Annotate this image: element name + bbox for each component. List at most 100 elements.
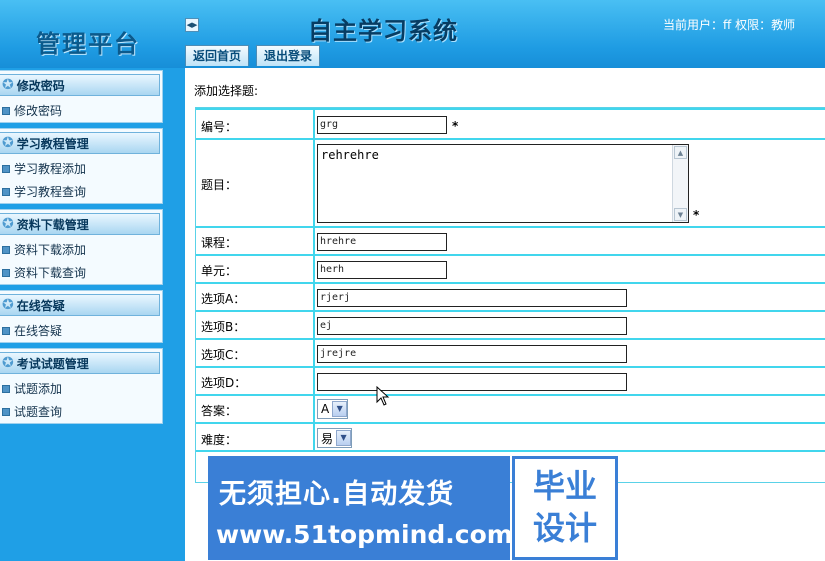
bullet-icon [2, 164, 10, 173]
scroll-up-icon[interactable]: ▲ [674, 146, 687, 159]
menu-head-password[interactable]: ✪ 修改密码 [0, 74, 160, 96]
row-course: 课程： hrehre [196, 226, 825, 254]
menu-head-download[interactable]: ✪ 资料下载管理 [0, 213, 160, 235]
menu-group-tutorial: ✪ 学习教程管理 学习教程添加 学习教程查询 [0, 128, 163, 204]
row-option-c: 选项C： jrejre [196, 338, 825, 366]
question-form: 编号： grg * 题目： rehrehre ▲ ▼ * 课程： hrehre [195, 107, 825, 483]
menu-group-download: ✪ 资料下载管理 资料下载添加 资料下载查询 [0, 209, 163, 285]
row-bottom-border [196, 450, 825, 452]
sidebar-item-tutorial-add[interactable]: 学习教程添加 [0, 157, 162, 180]
menu-head-label: 学习教程管理 [16, 136, 89, 151]
sidebar-item-label: 修改密码 [14, 104, 63, 118]
star-icon: ✪ [2, 216, 14, 232]
tab-logout[interactable]: 退出登录 [256, 45, 321, 66]
bullet-icon [2, 245, 10, 254]
sidebar-toggle-icon[interactable]: ◀▶ [185, 18, 199, 32]
difficulty-select[interactable]: 易 ▼ [317, 428, 353, 448]
watermark-slogan: 无须担心.自动发货 [219, 479, 455, 510]
watermark-url: www.51topmind.com [216, 520, 513, 549]
option-b-input[interactable]: ej [317, 317, 627, 335]
tab-home[interactable]: 返回首页 [185, 45, 250, 66]
section-title: 添加选择题: [194, 84, 259, 98]
menu-head-label: 修改密码 [16, 78, 65, 93]
answer-label: 答案： [201, 404, 238, 418]
bullet-icon [2, 268, 10, 277]
course-label: 课程： [201, 236, 238, 250]
row-option-d: 选项D： [196, 366, 825, 394]
difficulty-select-value: 易 [321, 431, 334, 446]
menu-head-qa[interactable]: ✪ 在线答疑 [0, 294, 160, 316]
watermark-left: 无须担心.自动发货 www.51topmind.com [208, 456, 513, 560]
row-answer: 答案： A ▼ [196, 394, 825, 422]
watermark-badge-text: 毕业 设计 [525, 465, 605, 549]
menu-head-exam[interactable]: ✪ 考试试题管理 [0, 352, 160, 374]
sidebar-item-exam-add[interactable]: 试题添加 [0, 377, 162, 400]
row-unit: 单元： herh [196, 254, 825, 282]
option-c-input[interactable]: jrejre [317, 345, 627, 363]
cell-divider [313, 228, 315, 254]
sidebar-item-label: 在线答疑 [14, 324, 63, 338]
app-header: 管理平台 ◀▶ 自主学习系统 当前用户：ff 权限：教师 返回首页 退出登录 [0, 0, 825, 68]
user-info: 当前用户：ff 权限：教师 [663, 18, 796, 32]
sidebar-item-label: 学习教程查询 [14, 185, 87, 199]
sidebar-item-exam-query[interactable]: 试题查询 [0, 400, 162, 423]
sidebar-item-tutorial-query[interactable]: 学习教程查询 [0, 180, 162, 203]
required-mark: * [452, 119, 459, 133]
watermark-banner: 无须担心.自动发货 www.51topmind.com 毕业 设计 [208, 456, 618, 560]
watermark-badge: 毕业 设计 [512, 456, 618, 560]
number-input[interactable]: grg [317, 116, 447, 134]
row-option-b: 选项B： ej [196, 310, 825, 338]
sidebar: ✪ 修改密码 修改密码 ✪ 学习教程管理 学习教程添加 学习教程查询 ✪ 资料下… [0, 68, 185, 561]
cell-divider [313, 256, 315, 282]
required-mark: * [693, 208, 700, 222]
row-option-a: 选项A： rjerj [196, 282, 825, 310]
bullet-icon [2, 187, 10, 196]
question-textarea[interactable]: rehrehre ▲ ▼ [317, 144, 689, 223]
cell-divider [313, 140, 315, 226]
watermark-badge-line2: 设计 [532, 509, 597, 547]
menu-head-label: 资料下载管理 [16, 217, 89, 232]
menu-group-qa: ✪ 在线答疑 在线答疑 [0, 290, 163, 343]
cell-divider [313, 110, 315, 138]
number-label: 编号： [201, 120, 238, 134]
course-input[interactable]: hrehre [317, 233, 447, 251]
system-title: 自主学习系统 [308, 16, 458, 45]
row-question: 题目： rehrehre ▲ ▼ * [196, 138, 825, 226]
sidebar-item-label: 试题添加 [14, 382, 63, 396]
sidebar-item-download-query[interactable]: 资料下载查询 [0, 261, 162, 284]
sidebar-item-label: 资料下载查询 [14, 266, 87, 280]
option-d-label: 选项D： [201, 376, 247, 390]
option-a-input[interactable]: rjerj [317, 289, 627, 307]
row-difficulty: 难度： 易 ▼ [196, 422, 825, 450]
star-icon: ✪ [2, 297, 14, 313]
sidebar-item-online-qa[interactable]: 在线答疑 [0, 319, 162, 342]
star-icon: ✪ [2, 355, 14, 371]
option-b-label: 选项B： [201, 320, 246, 334]
option-a-label: 选项A： [201, 292, 246, 306]
bullet-icon [2, 384, 10, 393]
sidebar-item-label: 资料下载添加 [14, 243, 87, 257]
answer-select[interactable]: A ▼ [317, 399, 349, 419]
question-label: 题目： [201, 178, 238, 192]
menu-head-label: 在线答疑 [16, 298, 65, 313]
menu-head-label: 考试试题管理 [16, 356, 89, 371]
scroll-down-icon[interactable]: ▼ [674, 208, 687, 221]
textarea-scrollbar[interactable]: ▲ ▼ [672, 145, 688, 222]
option-d-input[interactable] [317, 373, 627, 391]
answer-select-value: A [321, 402, 330, 416]
cell-divider [313, 284, 315, 310]
sidebar-item-change-password[interactable]: 修改密码 [0, 99, 162, 122]
menu-head-tutorial[interactable]: ✪ 学习教程管理 [0, 132, 160, 154]
menu-group-password: ✪ 修改密码 修改密码 [0, 70, 163, 123]
row-number: 编号： grg * [196, 108, 825, 138]
cell-divider [313, 312, 315, 338]
bullet-icon [2, 326, 10, 335]
watermark-badge-line1: 毕业 [532, 467, 597, 505]
chevron-down-icon[interactable]: ▼ [332, 401, 348, 417]
sidebar-item-download-add[interactable]: 资料下载添加 [0, 238, 162, 261]
menu-group-exam: ✪ 考试试题管理 试题添加 试题查询 [0, 348, 163, 424]
unit-input[interactable]: herh [317, 261, 447, 279]
bullet-icon [2, 407, 10, 416]
chevron-down-icon[interactable]: ▼ [336, 430, 352, 446]
sidebar-item-label: 试题查询 [14, 405, 63, 419]
